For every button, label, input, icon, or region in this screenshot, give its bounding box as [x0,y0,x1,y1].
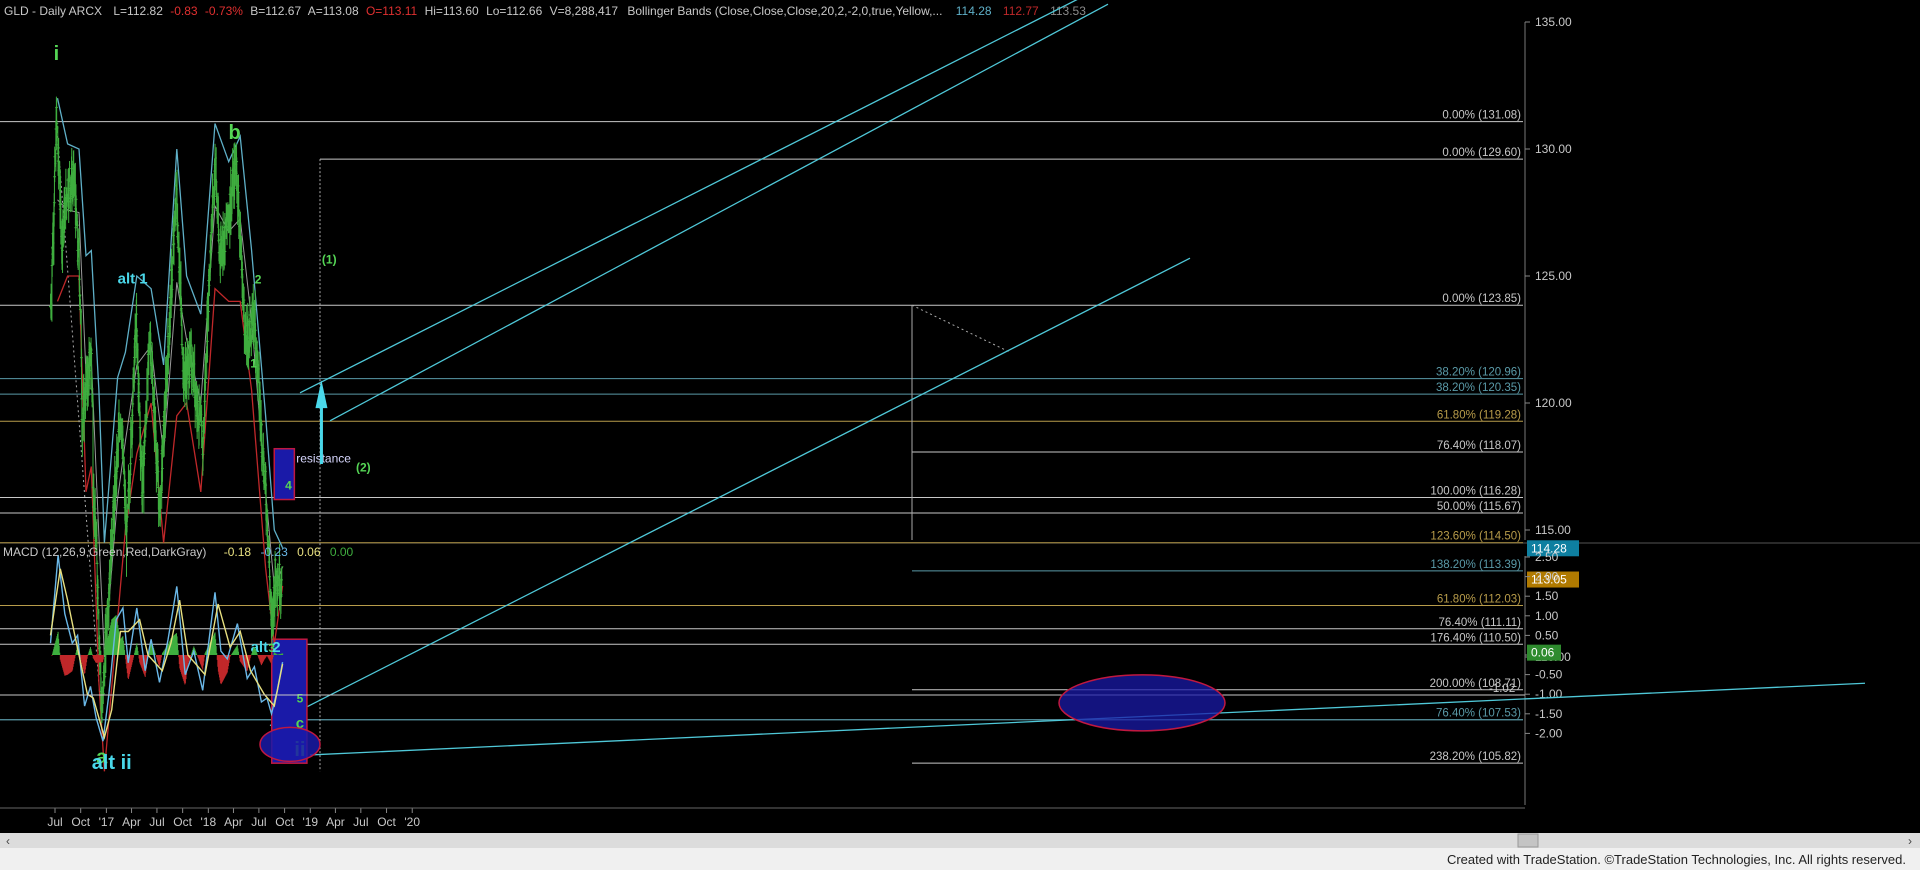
fib-level-label: 100.00% (116.28) [1430,485,1521,497]
fib-level-label: 138.20% (113.39) [1430,559,1521,571]
price-change: -0.83 [170,4,198,18]
copyright-text: Created with TradeStation. ©TradeStation… [1446,852,1906,867]
time-tick-label: Apr [224,815,243,829]
time-tick-label: Oct [275,815,294,829]
footer-bar: Created with TradeStation. ©TradeStation… [0,848,1920,870]
price-tick-label: 115.00 [1535,523,1571,537]
fib-level-label: 238.20% (105.82) [1430,751,1522,763]
macd-tick-label: 1.00 [1535,609,1559,623]
price-tick-label: 125.00 [1535,269,1572,283]
wave-label: alt 1 [118,271,148,288]
fib-level-label: 61.80% (119.28) [1437,409,1521,421]
horizontal-scrollbar[interactable]: ‹ › [0,833,1920,848]
price-change-pct: -0.73% [205,4,243,18]
macd-tick-label: -2.00 [1535,726,1563,740]
study-label: Bollinger Bands (Close,Close,Close,20,2,… [627,4,942,18]
macd-tick-label: 0.50 [1535,628,1559,642]
chart-canvas[interactable]: GLD - Daily ARCX L=112.82 -0.83 -0.73% B… [0,0,1920,870]
fib-level-label: 76.40% (111.11) [1439,617,1522,629]
macd-zero-value: 0.00 [330,545,354,559]
macd-label: MACD (12,26,9,Green,Red,DarkGray) [3,545,206,559]
macd-divergence-ellipse [1058,674,1226,732]
scroll-right-icon[interactable]: › [1908,834,1912,848]
macd-tick-label: -0.50 [1535,668,1563,682]
last-price: L=112.82 [113,4,163,18]
wave-label: alt ii [92,752,132,774]
bb-lower-value: 112.77 [1003,4,1039,18]
fib-level-label: 123.60% (114.50) [1430,531,1521,543]
low-price: Lo=112.66 [486,4,542,18]
time-tick-label: Oct [71,815,90,829]
time-tick-label: '18 [201,815,217,829]
price-tick-label: 130.00 [1535,142,1572,156]
scrollbar-thumb[interactable] [1517,833,1539,848]
resistance-label: resistance [296,452,351,466]
macd-hist-value: 0.06 [297,545,321,559]
ask-price: A=113.08 [308,4,359,18]
fib-level-label: 176.40% (110.50) [1430,632,1521,644]
fib-level-label: 76.40% (107.53) [1436,708,1521,720]
fib-level-label: 61.80% (112.03) [1437,593,1521,605]
fib-level-label: 50.00% (115.67) [1437,501,1521,513]
time-tick-label: Jul [251,815,266,829]
open-price: O=113.11 [366,4,418,18]
time-tick-label: '19 [302,815,318,829]
wave-label: 1 [250,356,257,370]
time-tick-label: Oct [377,815,396,829]
scroll-left-icon[interactable]: ‹ [6,834,10,848]
bb-upper-value: 114.28 [956,4,992,18]
time-tick-label: Jul [353,815,368,829]
volume: V=8,288,417 [550,4,619,18]
time-tick-label: Apr [326,815,345,829]
macd-level-label: -1.02 [1489,683,1515,695]
macd-header: MACD (12,26,9,Green,Red,DarkGray) -0.18 … [3,545,354,559]
high-price: Hi=113.60 [425,4,479,18]
wave-label: 2 [255,273,262,287]
macd-signal-value: -0.23 [260,545,288,559]
time-tick-label: Oct [173,815,192,829]
macd-tick-label: 1.50 [1535,589,1559,603]
time-tick-label: Jul [149,815,164,829]
wave-label: b [228,122,240,144]
price-tick-label: 135.00 [1535,15,1572,29]
bid-price: B=112.67 [250,4,301,18]
macd-low-ellipse [259,726,321,763]
wave-label: i [54,43,60,65]
macd-tick-label: -1.00 [1535,687,1563,701]
wave-label: 4 [285,478,292,492]
macd-value-flag-label: 0.06 [1531,646,1555,660]
macd-tick-label: -1.50 [1535,707,1563,721]
fib-level-label: 38.20% (120.35) [1436,382,1521,394]
price-tick-label: 120.00 [1535,396,1572,410]
fib-level-label: 0.00% (131.08) [1442,110,1521,122]
wave-label: (2) [356,461,371,475]
time-tick-label: Jul [47,815,62,829]
fib-level-label: 0.00% (123.85) [1442,293,1521,305]
wave-label: (1) [322,252,337,266]
macd-tick-label: 2.50 [1535,550,1559,564]
wave-label: 5 [297,692,304,706]
time-tick-label: '20 [404,815,420,829]
symbol-name: GLD - Daily ARCX [4,4,102,18]
fib-level-label: 76.40% (118.07) [1437,440,1521,452]
macd-tick-label: 2.00 [1535,570,1559,584]
time-tick-label: Apr [122,815,141,829]
macd-value: -0.18 [224,545,252,559]
time-tick-label: '17 [99,815,115,829]
fib-level-label: 38.20% (120.96) [1436,367,1521,379]
fib-level-label: 0.00% (129.60) [1442,147,1521,159]
